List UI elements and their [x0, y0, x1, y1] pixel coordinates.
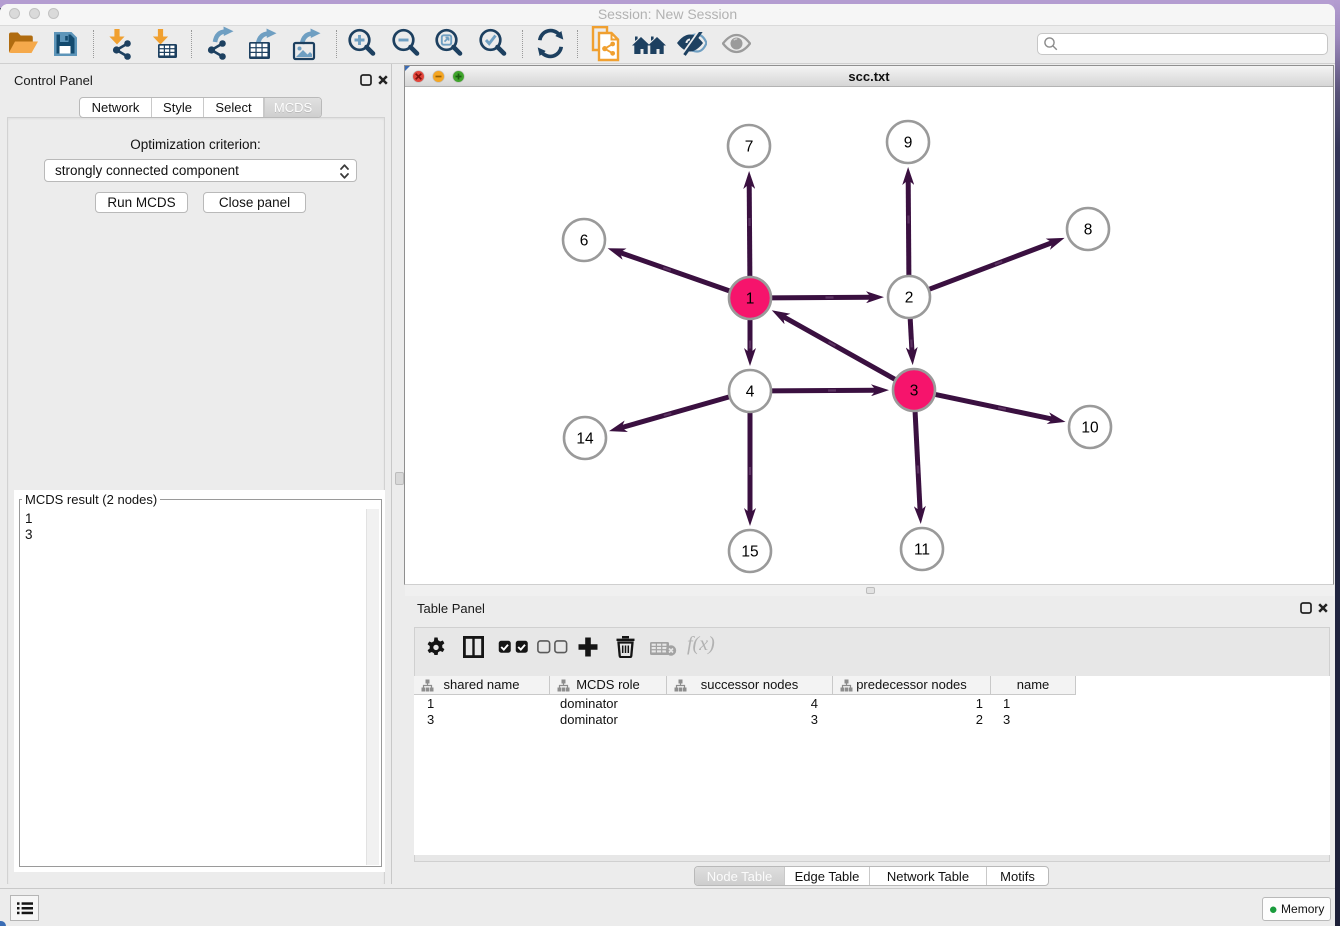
svg-text:10: 10 [1081, 419, 1099, 436]
svg-text:8: 8 [1084, 221, 1093, 238]
svg-text:6: 6 [580, 232, 589, 249]
svg-text:4: 4 [746, 383, 755, 400]
svg-text:7: 7 [745, 138, 754, 155]
svg-text:3: 3 [910, 382, 919, 399]
svg-text:11: 11 [914, 541, 930, 558]
svg-text:9: 9 [904, 134, 913, 151]
svg-text:2: 2 [905, 289, 914, 306]
svg-text:15: 15 [741, 543, 758, 560]
svg-text:1: 1 [746, 290, 755, 307]
svg-text:14: 14 [576, 430, 594, 447]
